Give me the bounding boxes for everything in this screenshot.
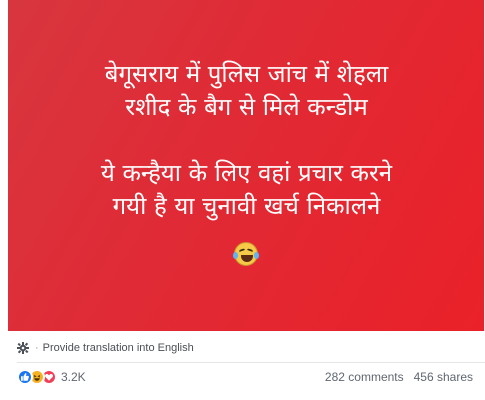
meme-gap [8, 124, 484, 157]
comments-count-link[interactable]: 282 comments [325, 370, 404, 384]
facebook-post: बेगूसराय में पुलिस जांच में शेहला रशीद क… [0, 0, 485, 400]
gear-icon[interactable] [17, 342, 29, 354]
translation-row: · Provide translation into English [17, 340, 194, 356]
meme-line-4: गयी है या चुनावी खर्च निकालने [112, 192, 381, 220]
shares-count-link[interactable]: 456 shares [414, 370, 473, 384]
reactions-summary[interactable]: 3.2K [17, 368, 86, 386]
meme-line-3: ये कन्हैया के लिए वहां प्रचार करने [100, 159, 393, 187]
like-reaction-icon [17, 369, 33, 385]
reaction-count: 3.2K [61, 370, 86, 384]
separator-dot: · [35, 342, 39, 354]
laughing-crying-emoji-icon [233, 242, 259, 266]
meme-text: बेगूसराय में पुलिस जांच में शेहला रशीद क… [8, 58, 484, 223]
meme-line-2: रशीद के बैग से मिले कन्डोम [125, 93, 368, 121]
post-image[interactable]: बेगूसराय में पुलिस जांच में शेहला रशीद क… [8, 0, 485, 331]
divider [17, 362, 485, 363]
meme-line-1: बेगूसराय में पुलिस जांच में शेहला [104, 60, 389, 88]
engagement-stats: 282 comments 456 shares [325, 368, 473, 386]
provide-translation-link[interactable]: Provide translation into English [43, 342, 194, 354]
